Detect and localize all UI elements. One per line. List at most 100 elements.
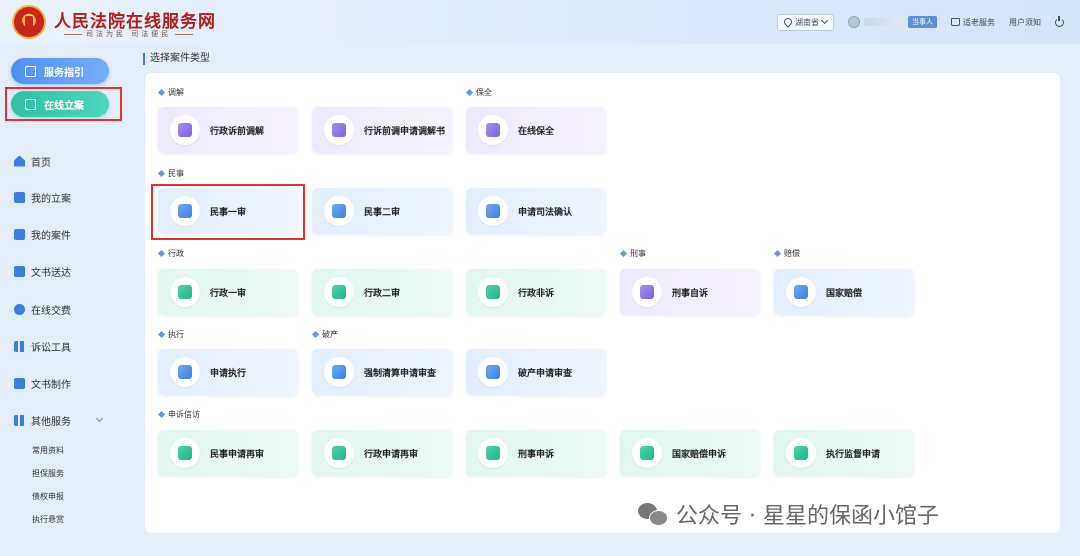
service-guide-button[interactable]: 服务指引 xyxy=(11,58,109,84)
sidebar-subitem-guarantee-service[interactable]: 担保服务 xyxy=(32,468,64,479)
document-check-icon xyxy=(786,438,816,468)
card-label: 国家赔偿 xyxy=(826,288,863,299)
sidebar-item-online-payment[interactable]: 在线交费 xyxy=(14,300,71,318)
card-label: 申请执行 xyxy=(210,368,247,379)
section-label-compensation: 赔偿 xyxy=(775,248,800,259)
document-seal-icon xyxy=(324,115,354,145)
sidebar-item-label: 我的立案 xyxy=(31,193,71,205)
card-admin-first-instance[interactable]: 行政一审 xyxy=(158,269,298,315)
sidebar-item-document-making[interactable]: 文书制作 xyxy=(14,374,71,392)
card-label: 申请司法确认 xyxy=(518,207,573,218)
card-bankruptcy-review[interactable]: 破产申请审查 xyxy=(466,349,606,395)
card-admin-pre-mediation-book[interactable]: 行诉前调申请调解书 xyxy=(312,107,452,153)
sidebar-item-label: 首页 xyxy=(31,157,51,169)
card-label: 民事二审 xyxy=(364,207,401,218)
wallet-icon xyxy=(786,277,816,307)
document-icon xyxy=(14,377,25,389)
logout-power-icon[interactable] xyxy=(1055,15,1064,27)
folder-icon xyxy=(14,228,25,240)
card-admin-non-litigation[interactable]: 行政非诉 xyxy=(466,269,606,315)
card-label: 行政一审 xyxy=(210,288,247,299)
card-label: 行政二审 xyxy=(364,288,401,299)
user-name-redacted xyxy=(864,18,904,26)
card-execution-supervision[interactable]: 执行监督申请 xyxy=(774,430,914,476)
site-slogan: 司法为民 司法便民 xyxy=(60,29,197,39)
region-label: 湖南省 xyxy=(795,17,819,27)
handshake-icon xyxy=(170,115,200,145)
card-label: 破产申请审查 xyxy=(518,368,573,379)
card-label: 强制清算申请审查 xyxy=(364,368,437,379)
card-admin-retrial[interactable]: 行政申请再审 xyxy=(312,430,452,476)
document-coin-icon xyxy=(324,357,354,387)
sidebar-item-litigation-tools[interactable]: 诉讼工具 xyxy=(14,337,71,355)
coin-icon xyxy=(14,303,25,315)
highlight-box-online-filing xyxy=(5,87,122,121)
section-label-petition: 申诉信访 xyxy=(159,409,200,420)
sidebar-item-document-delivery[interactable]: 文书送达 xyxy=(14,262,71,280)
grid-icon xyxy=(14,414,25,426)
mail-icon xyxy=(14,265,25,277)
card-online-preservation[interactable]: 在线保全 xyxy=(466,107,606,153)
tools-icon xyxy=(14,340,25,352)
elderly-service-icon xyxy=(951,18,960,26)
gavel-icon xyxy=(478,438,508,468)
card-admin-pre-mediation[interactable]: 行政诉前调解 xyxy=(158,107,298,153)
shield-icon xyxy=(478,115,508,145)
card-forced-liquidation-review[interactable]: 强制清算申请审查 xyxy=(312,349,452,395)
card-judicial-confirmation[interactable]: 申请司法确认 xyxy=(466,188,606,234)
region-select[interactable]: 湖南省 xyxy=(777,13,834,31)
sidebar-item-home[interactable]: 首页 xyxy=(14,152,51,170)
card-criminal-private-prosecution[interactable]: 刑事自诉 xyxy=(620,269,760,315)
card-apply-execution[interactable]: 申请执行 xyxy=(158,349,298,395)
card-civil-second-instance[interactable]: 民事二审 xyxy=(312,188,452,234)
chevron-down-icon xyxy=(820,16,829,25)
sidebar-item-label: 文书制作 xyxy=(31,379,71,391)
elderly-service-label: 适老服务 xyxy=(963,17,995,27)
sidebar-item-my-filings[interactable]: 我的立案 xyxy=(14,188,71,206)
briefcase-icon xyxy=(478,277,508,307)
highlight-box-civil-first-instance xyxy=(151,184,305,240)
user-menu[interactable]: 当事人 xyxy=(848,16,937,28)
top-header: 人民法院在线服务网 司法为民 司法便民 湖南省 当事人 适老服务 用户须知 xyxy=(0,0,1080,44)
briefcase-icon xyxy=(170,357,200,387)
service-guide-label: 服务指引 xyxy=(44,67,84,79)
sidebar-subitem-claim-declaration[interactable]: 债权申报 xyxy=(32,491,64,502)
section-label-civil: 民事 xyxy=(159,168,184,179)
location-pin-icon xyxy=(782,16,794,28)
card-admin-second-instance[interactable]: 行政二审 xyxy=(312,269,452,315)
sidebar-subitem-execution-reward[interactable]: 执行悬赏 xyxy=(32,514,64,525)
sidebar-item-label: 我的案件 xyxy=(31,230,71,242)
card-civil-retrial[interactable]: 民事申请再审 xyxy=(158,430,298,476)
card-label: 行政申请再审 xyxy=(364,449,419,460)
avatar xyxy=(848,16,860,28)
chevron-down-icon xyxy=(95,414,104,423)
card-label: 国家赔偿申诉 xyxy=(672,449,727,460)
section-label-bankruptcy: 破产 xyxy=(313,329,338,340)
sidebar-item-my-cases[interactable]: 我的案件 xyxy=(14,225,71,243)
page-title: 选择案件类型 xyxy=(143,53,210,65)
card-label: 民事申请再审 xyxy=(210,449,265,460)
edit-icon xyxy=(14,191,25,203)
card-label: 行政诉前调解 xyxy=(210,126,265,137)
guide-icon xyxy=(25,65,36,77)
user-notice-link[interactable]: 用户须知 xyxy=(1009,17,1041,28)
card-state-compensation-appeal[interactable]: 国家赔偿申诉 xyxy=(620,430,760,476)
header-actions: 湖南省 当事人 适老服务 用户须知 xyxy=(777,0,1064,44)
elderly-service-link[interactable]: 适老服务 xyxy=(951,17,995,28)
stamp-icon xyxy=(324,438,354,468)
role-badge: 当事人 xyxy=(908,16,937,28)
section-label-execution: 执行 xyxy=(159,329,184,340)
court-emblem-icon xyxy=(12,5,46,39)
card-label: 执行监督申请 xyxy=(826,449,881,460)
card-state-compensation[interactable]: 国家赔偿 xyxy=(774,269,914,315)
chat-icon xyxy=(170,277,200,307)
section-label-criminal: 刑事 xyxy=(621,248,646,259)
courthouse-icon xyxy=(324,277,354,307)
sidebar-subitem-common-materials[interactable]: 常用资料 xyxy=(32,445,64,456)
section-label-mediation: 调解 xyxy=(159,87,184,98)
card-label: 行诉前调申请调解书 xyxy=(364,126,446,137)
sidebar-item-other-services[interactable]: 其他服务 xyxy=(14,411,104,429)
card-label: 刑事申诉 xyxy=(518,449,555,460)
card-criminal-appeal[interactable]: 刑事申诉 xyxy=(466,430,606,476)
home-icon xyxy=(14,155,25,167)
